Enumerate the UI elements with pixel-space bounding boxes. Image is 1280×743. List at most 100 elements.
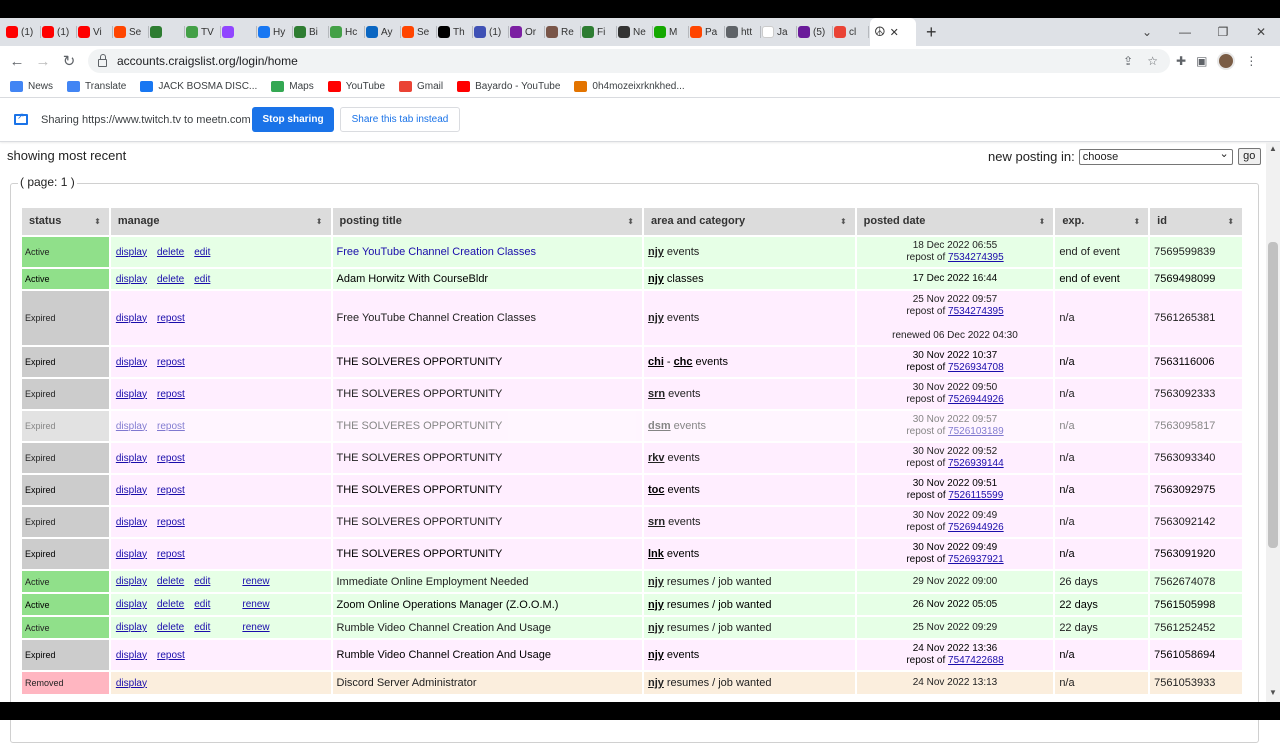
repost-id-link[interactable]: 7526944926	[948, 522, 1004, 533]
browser-tab[interactable]: Ay	[366, 18, 402, 46]
browser-tab[interactable]: Or	[510, 18, 546, 46]
share-this-tab-button[interactable]: Share this tab instead	[340, 107, 460, 132]
delete-link[interactable]: delete	[157, 247, 184, 258]
area-code[interactable]: rkv	[648, 452, 665, 464]
reload-icon[interactable]: ↻	[56, 52, 82, 70]
sort-icon[interactable]: ⬍	[1039, 208, 1046, 235]
close-window-icon[interactable]: ✕	[1242, 25, 1280, 39]
subarea-code[interactable]: chc	[674, 356, 693, 368]
display-link[interactable]: display	[116, 678, 147, 689]
display-link[interactable]: display	[116, 247, 147, 258]
bookmark-item[interactable]: YouTube	[327, 81, 385, 92]
area-code[interactable]: njy	[648, 576, 664, 588]
area-code[interactable]: njy	[648, 649, 664, 661]
new-tab-icon[interactable]: +	[926, 18, 937, 46]
display-link[interactable]: display	[116, 313, 147, 324]
sort-icon[interactable]: ⬍	[316, 208, 323, 235]
repost-id-link[interactable]: 7547422688	[948, 655, 1004, 666]
display-link[interactable]: display	[116, 389, 147, 400]
delete-link[interactable]: delete	[157, 622, 184, 633]
browser-tab[interactable]: htt	[726, 18, 762, 46]
repost-link[interactable]: repost	[157, 421, 185, 432]
repost-id-link[interactable]: 7534274395	[948, 306, 1004, 317]
renew-link[interactable]: renew	[242, 622, 269, 633]
repost-id-link[interactable]: 7526937921	[948, 554, 1004, 565]
area-code[interactable]: srn	[648, 516, 665, 528]
delete-link[interactable]: delete	[157, 576, 184, 587]
repost-link[interactable]: repost	[157, 357, 185, 368]
browser-tab[interactable]: Vi	[78, 18, 114, 46]
scroll-up-icon[interactable]: ▲	[1268, 144, 1278, 153]
close-tab-icon[interactable]: ✕	[890, 26, 899, 39]
display-link[interactable]: display	[116, 650, 147, 661]
delete-link[interactable]: delete	[157, 274, 184, 285]
extensions-icon[interactable]: ✚	[1176, 54, 1186, 68]
sort-icon[interactable]: ⬍	[840, 208, 847, 235]
bookmark-item[interactable]: JACK BOSMA DISC...	[140, 81, 257, 92]
profile-avatar[interactable]	[1217, 52, 1236, 70]
browser-tab[interactable]: Pa	[690, 18, 726, 46]
menu-kebab-icon[interactable]: ⋮	[1245, 54, 1257, 68]
sort-icon[interactable]: ⬍	[94, 208, 101, 235]
new-posting-select[interactable]: choose	[1078, 147, 1233, 165]
renew-link[interactable]: renew	[242, 599, 269, 610]
area-code[interactable]: dsm	[648, 420, 671, 432]
scrollbar-thumb[interactable]	[1268, 242, 1278, 548]
repost-link[interactable]: repost	[157, 549, 185, 560]
area-code[interactable]: njy	[648, 312, 664, 324]
display-link[interactable]: display	[116, 485, 147, 496]
area-code[interactable]: lnk	[648, 548, 664, 560]
tab-search-icon[interactable]: ⌄	[1142, 18, 1152, 46]
browser-tab[interactable]: (5)	[798, 18, 834, 46]
browser-tab[interactable]: M	[654, 18, 690, 46]
browser-tab[interactable]: Re	[546, 18, 582, 46]
column-header[interactable]: exp. ⬍	[1055, 208, 1149, 235]
repost-link[interactable]: repost	[157, 453, 185, 464]
browser-tab[interactable]: Hy	[258, 18, 294, 46]
area-code[interactable]: chi	[648, 356, 664, 368]
bookmark-star-icon[interactable]: ☆	[1147, 54, 1158, 68]
edit-link[interactable]: edit	[194, 599, 210, 610]
lock-icon[interactable]	[98, 54, 107, 67]
edit-link[interactable]: edit	[194, 622, 210, 633]
address-bar[interactable]: accounts.craigslist.org/login/home ⇪ ☆	[88, 49, 1170, 73]
repost-link[interactable]: repost	[157, 650, 185, 661]
area-code[interactable]: njy	[648, 246, 664, 258]
bookmark-item[interactable]: Gmail	[399, 81, 443, 92]
repost-link[interactable]: repost	[157, 313, 185, 324]
repost-link[interactable]: repost	[157, 389, 185, 400]
stop-sharing-button[interactable]: Stop sharing	[252, 107, 334, 132]
area-code[interactable]: njy	[648, 599, 664, 611]
display-link[interactable]: display	[116, 576, 147, 587]
column-header[interactable]: posting title ⬍	[332, 208, 642, 235]
sort-icon[interactable]: ⬍	[1227, 208, 1234, 235]
browser-tab[interactable]: (1)	[474, 18, 510, 46]
browser-tab[interactable]: Se	[402, 18, 438, 46]
display-link[interactable]: display	[116, 549, 147, 560]
repost-id-link[interactable]: 7526934708	[948, 362, 1004, 373]
sort-icon[interactable]: ⬍	[1133, 208, 1140, 235]
display-link[interactable]: display	[116, 599, 147, 610]
edit-link[interactable]: edit	[194, 576, 210, 587]
bookmark-item[interactable]: Bayardo - YouTube	[457, 81, 560, 92]
side-panel-icon[interactable]: ▣	[1196, 54, 1207, 68]
repost-id-link[interactable]: 7526103189	[948, 426, 1004, 437]
edit-link[interactable]: edit	[194, 247, 210, 258]
browser-tab[interactable]	[222, 18, 258, 46]
browser-tab-active[interactable]: ☮ ✕	[870, 18, 916, 46]
browser-tab[interactable]: TV	[186, 18, 222, 46]
browser-tab[interactable]: Ne	[618, 18, 654, 46]
browser-tab[interactable]: Ja	[762, 18, 798, 46]
area-code[interactable]: srn	[648, 388, 665, 400]
column-header[interactable]: posted date ⬍	[856, 208, 1054, 235]
browser-tab[interactable]: cl	[834, 18, 870, 46]
repost-id-link[interactable]: 7526939144	[948, 458, 1004, 469]
edit-link[interactable]: edit	[194, 274, 210, 285]
delete-link[interactable]: delete	[157, 599, 184, 610]
display-link[interactable]: display	[116, 274, 147, 285]
display-link[interactable]: display	[116, 517, 147, 528]
renew-link[interactable]: renew	[242, 576, 269, 587]
column-header[interactable]: area and category ⬍	[643, 208, 855, 235]
browser-tab[interactable]: Bi	[294, 18, 330, 46]
browser-tab[interactable]: Hc	[330, 18, 366, 46]
